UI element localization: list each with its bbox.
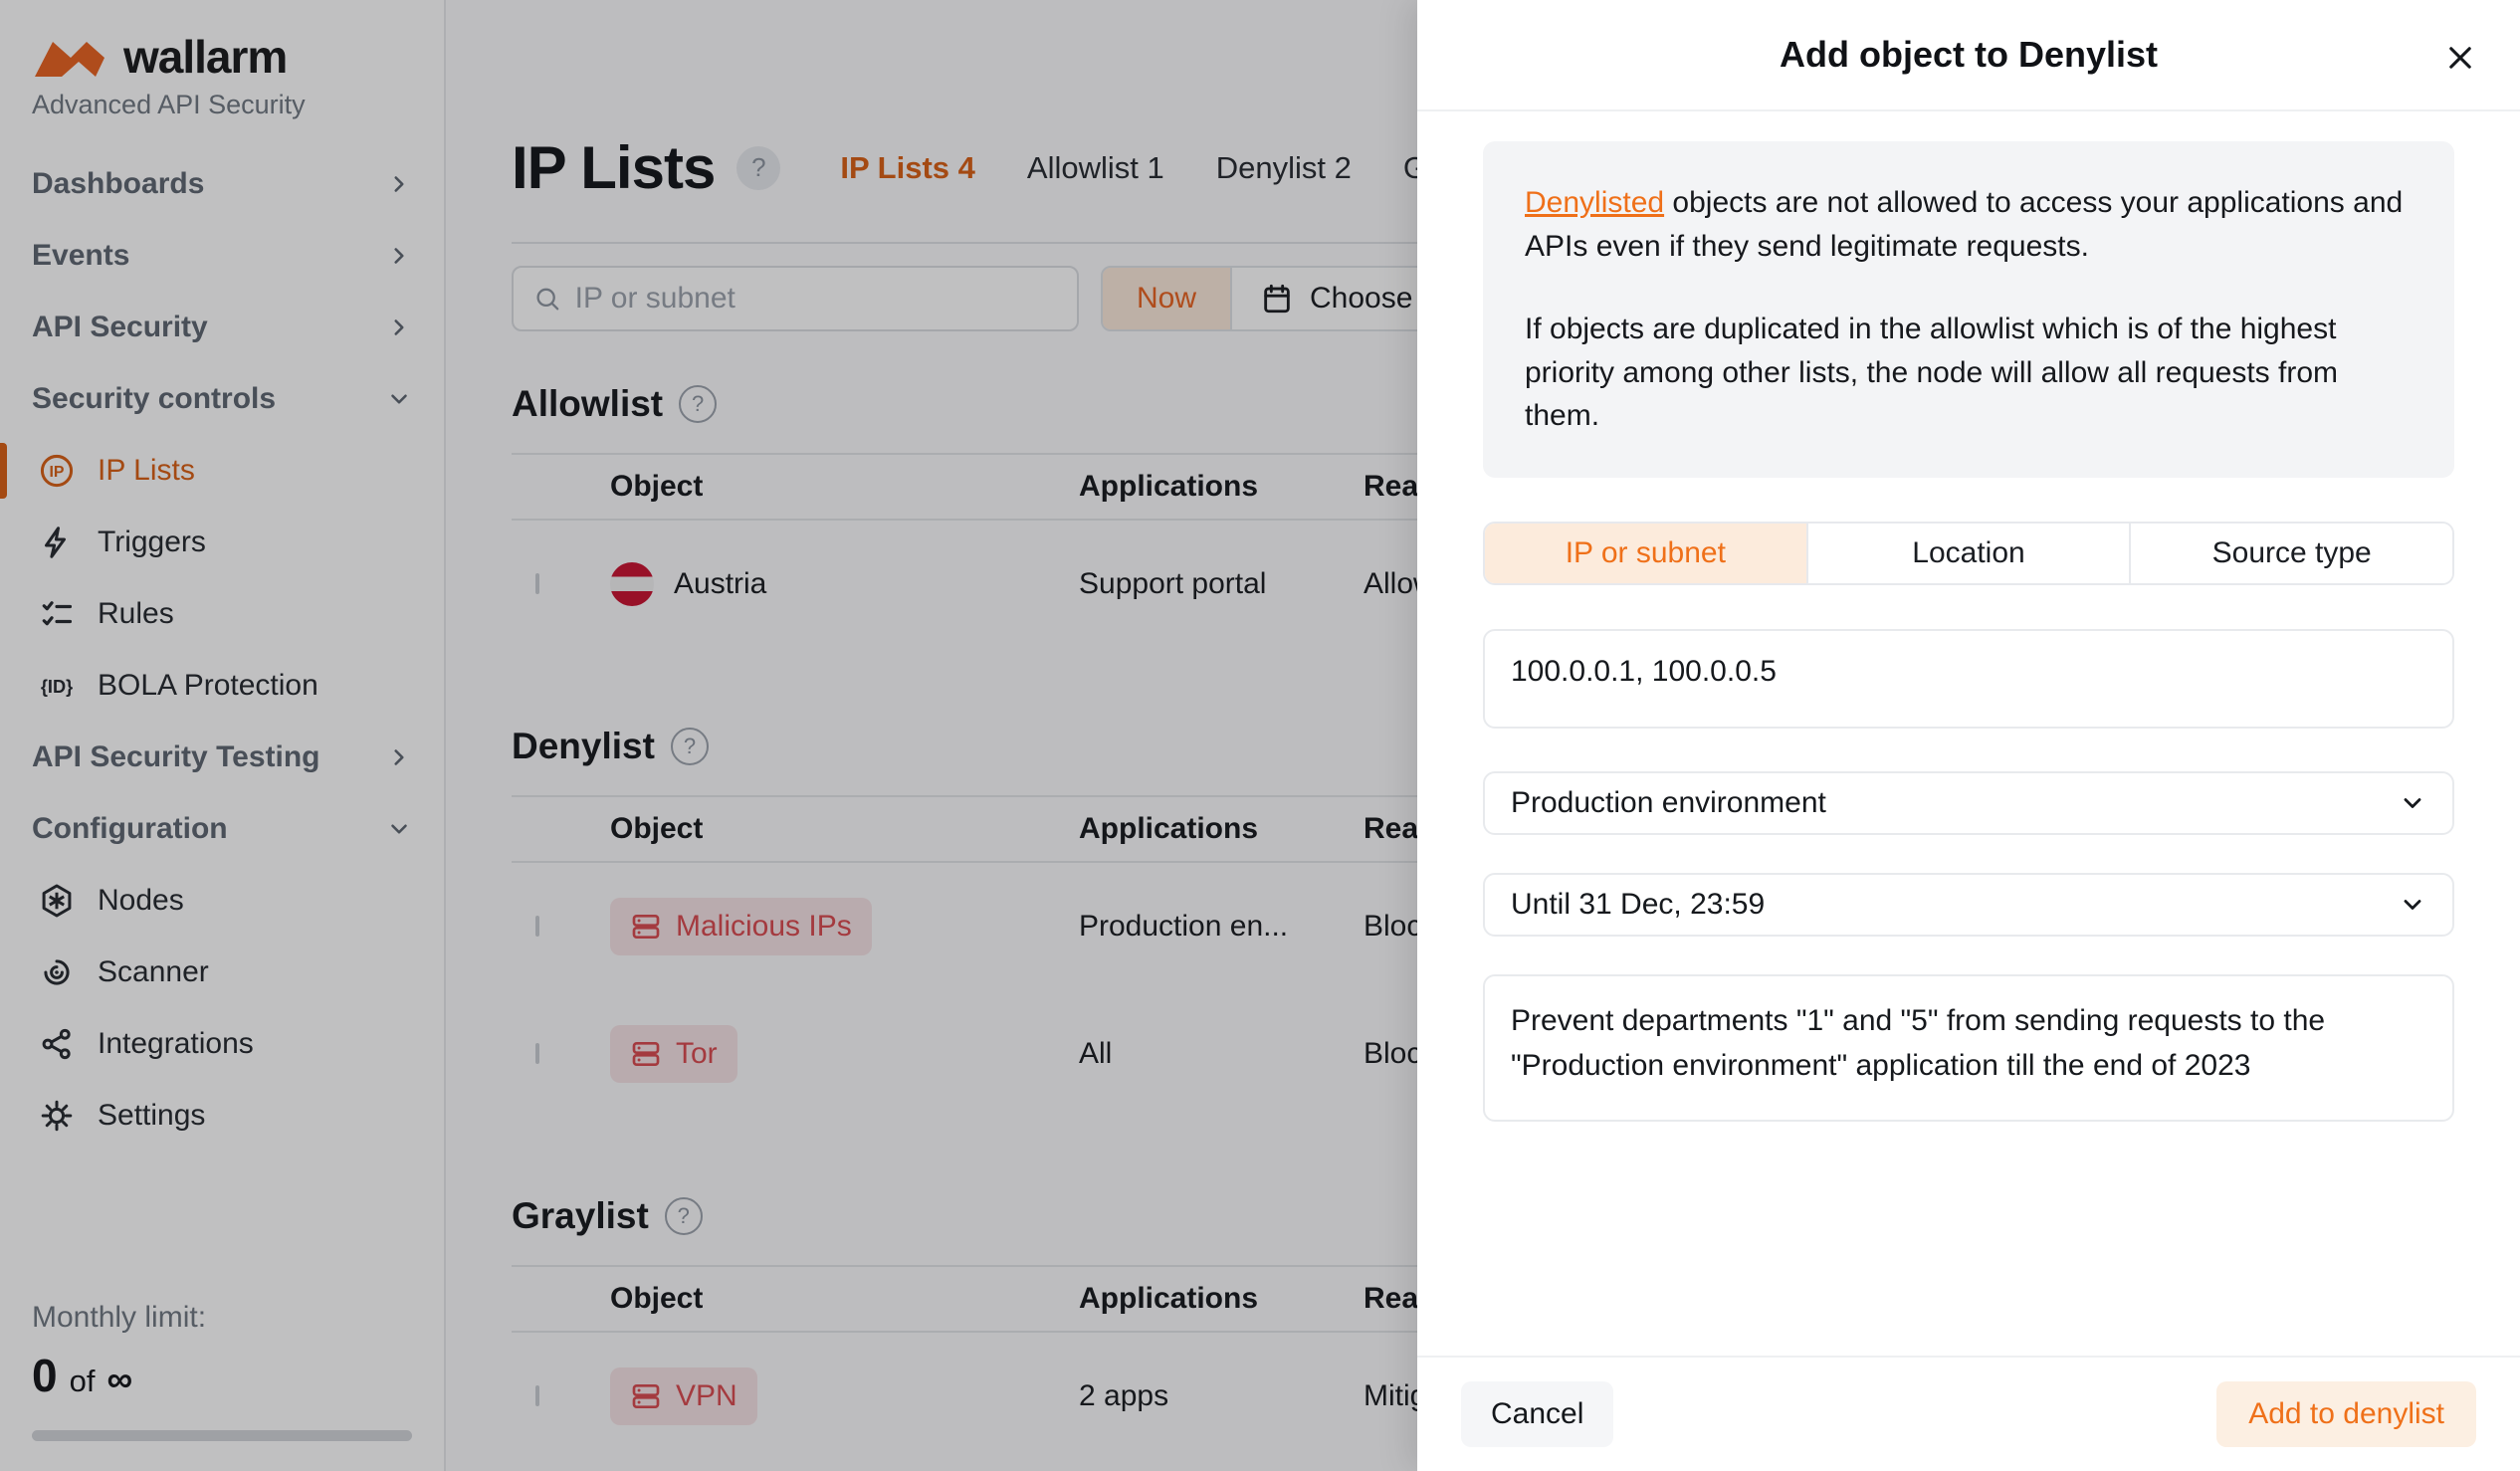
modal-header: Add object to Denylist [1417,0,2520,111]
modal-title: Add object to Denylist [1780,34,2158,76]
tab-source-type[interactable]: Source type [2129,524,2452,583]
application-select[interactable]: Production environment [1483,771,2454,835]
add-to-denylist-modal: Add object to Denylist Denylisted object… [1417,0,2520,1471]
tab-location[interactable]: Location [1806,524,2130,583]
denylist-info-note: Denylisted objects are not allowed to ac… [1483,141,2454,478]
cancel-button[interactable]: Cancel [1461,1381,1613,1447]
ip-or-subnet-input[interactable]: 100.0.0.1, 100.0.0.5 [1483,629,2454,729]
chevron-down-icon [2399,789,2426,817]
object-type-tabs: IP or subnet Location Source type [1483,522,2454,585]
modal-body: Denylisted objects are not allowed to ac… [1417,111,2520,1356]
modal-footer: Cancel Add to denylist [1417,1356,2520,1471]
app: wallarm Advanced API Security Dashboards… [0,0,2520,1471]
expiry-select[interactable]: Until 31 Dec, 23:59 [1483,873,2454,937]
close-button[interactable] [2436,34,2484,82]
close-icon [2443,41,2477,75]
tab-ip-or-subnet[interactable]: IP or subnet [1485,524,1806,583]
denylisted-link[interactable]: Denylisted [1525,186,1664,219]
reason-input[interactable]: Prevent departments "1" and "5" from sen… [1483,974,2454,1122]
chevron-down-icon [2399,891,2426,919]
add-to-denylist-button[interactable]: Add to denylist [2216,1381,2476,1447]
